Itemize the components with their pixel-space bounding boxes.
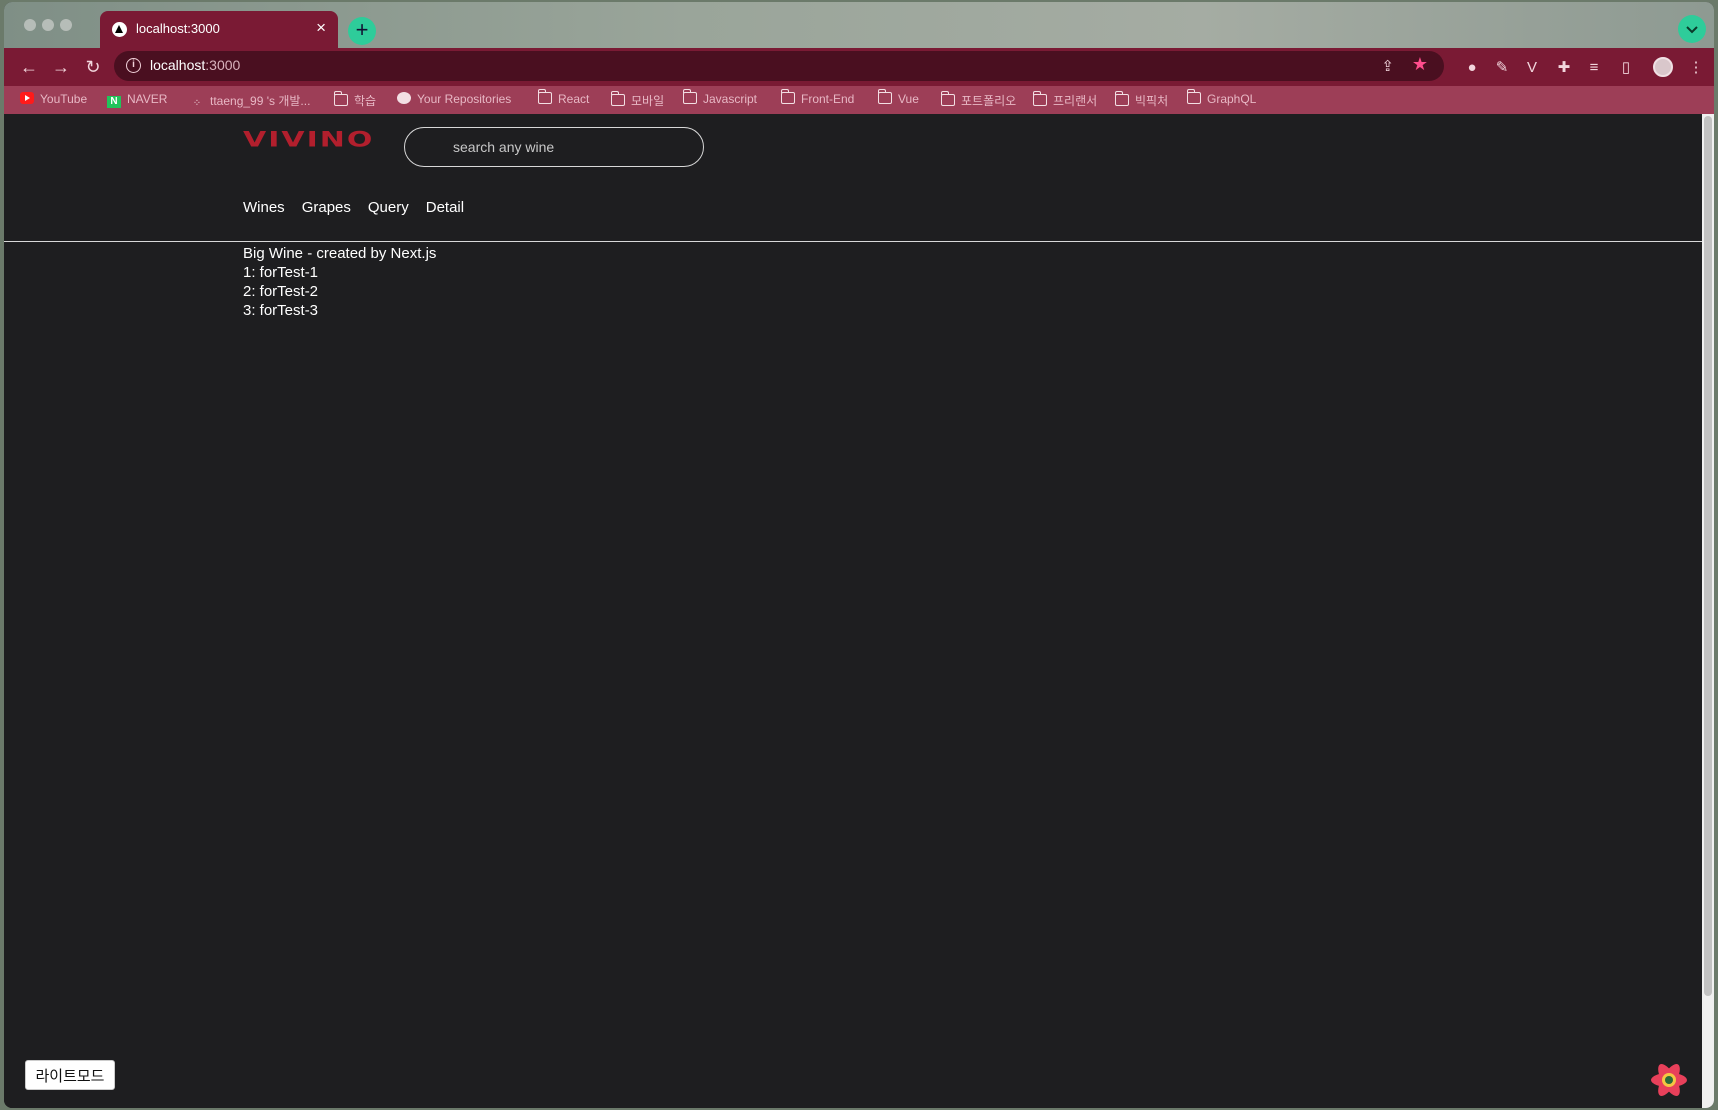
folder-icon [1032, 91, 1047, 106]
tab-strip: localhost:3000 × + [4, 2, 1714, 48]
bookmarks-bar: YouTube N NAVER ⁘ ttaeng_99 's 개발... 학습 Yo… [4, 86, 1714, 114]
extensions-puzzle-icon[interactable]: ✚ [1554, 58, 1574, 78]
vertical-scrollbar[interactable] [1702, 114, 1714, 1108]
chevron-down-icon [1686, 26, 1698, 34]
bookmark-naver[interactable]: N NAVER [107, 92, 167, 108]
zoom-window-button[interactable] [60, 19, 72, 31]
list-item: 3: forTest-3 [243, 302, 319, 319]
naver-icon: N [107, 96, 121, 108]
light-mode-button[interactable]: 라이트모드 [25, 1060, 115, 1090]
more-menu-icon[interactable]: ⋮ [1686, 58, 1706, 78]
profile-avatar[interactable] [1653, 57, 1673, 77]
browser-window: localhost:3000 × + ← → ↻ i localhost:300… [4, 2, 1714, 1108]
bookmark-folder-portfolio[interactable]: 포트폴리오 [940, 91, 1016, 108]
bookmark-tistory[interactable]: ⁘ ttaeng_99 's 개발... [190, 92, 311, 109]
main-nav: Wines Grapes Query Detail [243, 199, 481, 216]
extension-vue-icon[interactable]: V [1522, 58, 1542, 78]
nextjs-favicon-icon [112, 22, 127, 37]
list-item: 1: forTest-1 [243, 264, 319, 281]
back-icon[interactable]: ← [18, 56, 40, 78]
folder-icon [1186, 89, 1201, 104]
folder-icon [877, 89, 892, 104]
react-query-devtools-icon[interactable] [1649, 1060, 1689, 1100]
side-panel-icon[interactable]: ▯ [1616, 58, 1636, 78]
nav-link-wines[interactable]: Wines [243, 199, 285, 216]
main-content: Big Wine - created by Next.js 1: forTest… [243, 244, 436, 320]
bookmark-github[interactable]: Your Repositories [397, 92, 511, 108]
tab-search-button[interactable] [1678, 15, 1706, 43]
close-tab-icon[interactable]: × [316, 19, 326, 36]
bookmark-folder-mobile[interactable]: 모바일 [610, 91, 664, 108]
bookmark-folder-bigpicture[interactable]: 빅픽처 [1114, 91, 1168, 108]
youtube-icon [20, 92, 34, 104]
folder-icon [537, 89, 552, 104]
forward-icon[interactable]: → [50, 56, 72, 78]
bookmark-folder-study[interactable]: 학습 [333, 91, 376, 108]
browser-tab[interactable]: localhost:3000 × [100, 11, 338, 48]
github-icon [397, 92, 411, 104]
bookmark-folder-react[interactable]: React [537, 89, 589, 108]
folder-icon [780, 89, 795, 104]
page-viewport: VIVINO Wines Grapes Query Detail Big Wine -… [4, 114, 1704, 1108]
extension-pen-icon[interactable]: ✎ [1492, 58, 1512, 78]
reading-list-icon[interactable]: ≡ [1584, 58, 1604, 78]
bookmark-folder-graphql[interactable]: GraphQL [1186, 89, 1256, 108]
address-bar[interactable]: i localhost:3000 ⇪ ★ [114, 51, 1444, 81]
url-text[interactable]: localhost:3000 [150, 57, 240, 73]
folder-icon [940, 91, 955, 106]
share-icon[interactable]: ⇪ [1381, 57, 1394, 75]
folder-icon [333, 91, 348, 106]
tistory-icon: ⁘ [192, 98, 202, 109]
scrollbar-thumb[interactable] [1704, 116, 1712, 996]
minimize-window-button[interactable] [42, 19, 54, 31]
page-title: Big Wine - created by Next.js [243, 245, 437, 262]
nav-link-detail[interactable]: Detail [426, 199, 464, 216]
bookmark-folder-javascript[interactable]: Javascript [682, 89, 757, 108]
bookmark-folder-vue[interactable]: Vue [877, 89, 919, 108]
folder-icon [682, 89, 697, 104]
site-info-icon[interactable]: i [126, 58, 141, 73]
list-item: 2: forTest-2 [243, 283, 319, 300]
extension-redpanda-icon[interactable]: ● [1462, 58, 1482, 78]
vivino-logo[interactable]: VIVINO [243, 127, 374, 152]
folder-icon [610, 91, 625, 106]
close-window-button[interactable] [24, 19, 36, 31]
nav-link-grapes[interactable]: Grapes [302, 199, 351, 216]
bookmark-youtube[interactable]: YouTube [20, 92, 87, 108]
search-input[interactable] [404, 127, 704, 167]
reload-icon[interactable]: ↻ [82, 56, 104, 78]
new-tab-button[interactable]: + [348, 17, 376, 45]
browser-toolbar: ← → ↻ i localhost:3000 ⇪ ★ ● ✎ V ✚ ≡ ▯ ⋮ [4, 48, 1714, 86]
header-divider [4, 241, 1704, 242]
tab-title: localhost:3000 [136, 21, 220, 36]
bookmark-star-icon[interactable]: ★ [1412, 54, 1428, 75]
folder-icon [1114, 91, 1129, 106]
bookmark-folder-frontend[interactable]: Front-End [780, 89, 854, 108]
bookmark-folder-freelancer[interactable]: 프리랜서 [1032, 91, 1097, 108]
nav-link-query[interactable]: Query [368, 199, 409, 216]
